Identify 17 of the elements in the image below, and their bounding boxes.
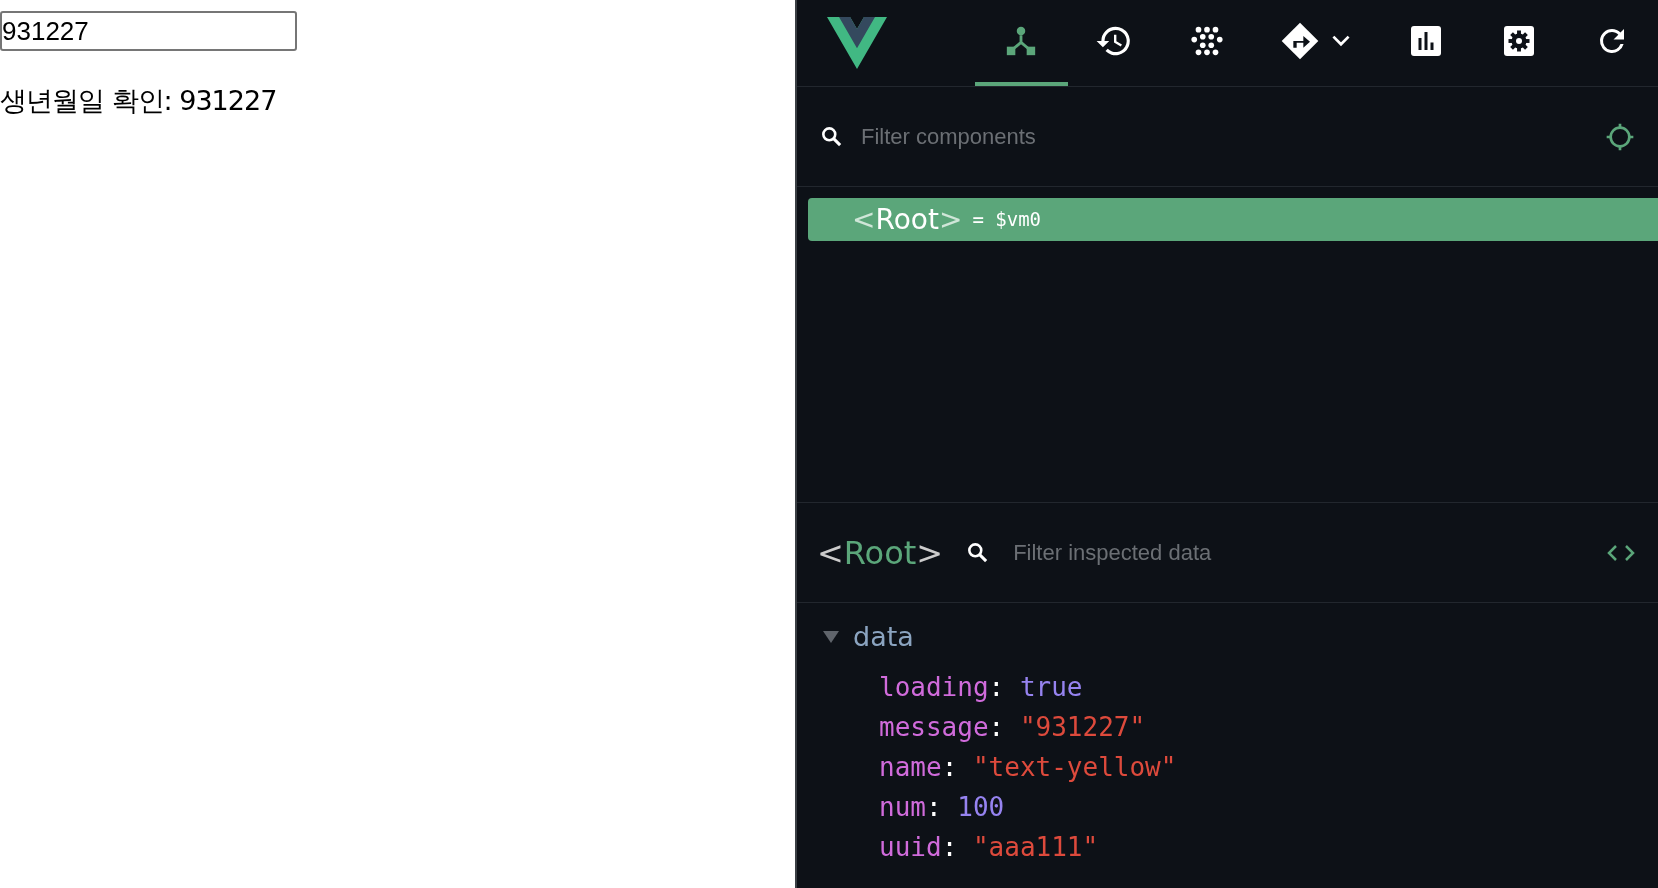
inspected-component-name: <Root> [817, 532, 944, 574]
dots-icon [1190, 24, 1225, 58]
filter-inspected-data-field[interactable]: Filter inspected data [1013, 536, 1584, 569]
data-field: uuid: "aaa111" [879, 827, 1658, 867]
birth-date-input[interactable]: 931227 [0, 11, 297, 51]
vm-label: = $vm0 [972, 207, 1041, 233]
collapse-triangle-icon[interactable] [823, 630, 839, 644]
directions-icon [1279, 21, 1320, 61]
data-field: name: "text-yellow" [879, 747, 1658, 787]
filter-components-field[interactable]: Filter components [861, 120, 1588, 153]
component-name: <Root> [852, 201, 963, 238]
vue-logo [827, 17, 887, 69]
data-field: num: 100 [879, 787, 1658, 827]
confirm-text: 생년월일 확인: 931227 [0, 84, 278, 118]
data-field: message: "931227" [879, 707, 1658, 747]
section-title: data [853, 619, 914, 654]
data-field: loading: true [879, 667, 1658, 707]
